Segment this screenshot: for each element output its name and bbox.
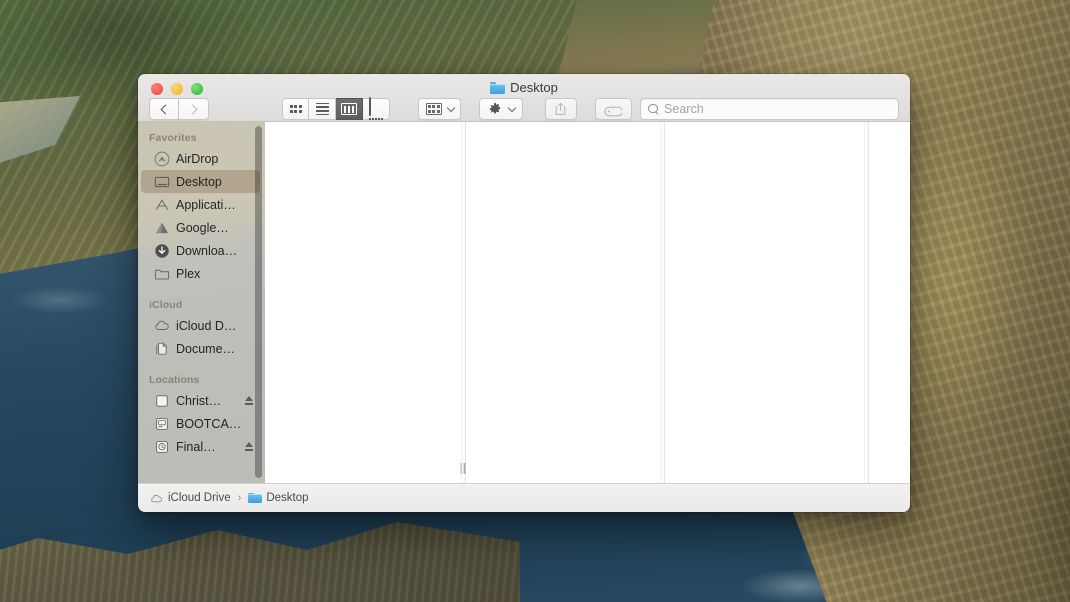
column-view [265, 122, 910, 483]
window-title-label: Desktop [510, 80, 558, 95]
sidebar-section-header-favorites: Favorites [149, 132, 197, 144]
hard-drive-icon [154, 393, 170, 409]
sidebar-item-plex[interactable]: Plex [141, 262, 260, 285]
sidebar-item-label: Applicati… [176, 197, 236, 212]
path-segment-label: iCloud Drive [168, 492, 231, 504]
sidebar-item-label: iCloud D… [176, 318, 237, 333]
path-separator: › [237, 492, 242, 504]
tag-icon [604, 104, 624, 116]
view-mode-segmented-control [282, 97, 390, 120]
sidebar: Favorites AirDrop Desktop Applicati… Goo… [138, 122, 265, 483]
sidebar-section-header-locations: Locations [149, 374, 200, 386]
airdrop-icon [154, 151, 170, 167]
chevron-down-icon [446, 103, 455, 113]
folder-icon [154, 266, 170, 282]
sidebar-item-desktop[interactable]: Desktop [141, 170, 260, 193]
applications-icon [154, 197, 170, 213]
sidebar-item-label: Final… [176, 439, 216, 454]
sidebar-item-final-drive[interactable]: Final… [141, 435, 260, 458]
finder-column-2[interactable] [466, 122, 660, 483]
forward-button[interactable] [179, 98, 209, 120]
search-input[interactable]: Search [664, 102, 704, 116]
chevron-down-icon [507, 103, 516, 113]
documents-icon [154, 341, 170, 357]
icon-view-icon [289, 105, 302, 113]
sidebar-item-label: BOOTCA… [176, 416, 242, 431]
window-body: Favorites AirDrop Desktop Applicati… Goo… [138, 122, 910, 483]
column-view-icon [341, 103, 357, 115]
sidebar-item-documents[interactable]: Docume… [141, 337, 260, 360]
column-resize-handle[interactable] [460, 463, 466, 474]
downloads-icon [154, 243, 170, 259]
sidebar-item-label: Christ… [176, 393, 222, 408]
eject-icon[interactable] [244, 395, 254, 406]
search-icon [648, 103, 659, 115]
eject-icon[interactable] [244, 441, 254, 452]
gear-icon [488, 102, 502, 116]
close-button[interactable] [151, 83, 163, 95]
sidebar-item-label: Desktop [176, 174, 222, 189]
view-mode-column-button[interactable] [336, 98, 363, 120]
finder-window: Desktop Search Favorites AirDrop Desktop… [138, 74, 910, 512]
list-view-icon [315, 102, 329, 116]
zoom-button[interactable] [191, 83, 203, 95]
sidebar-item-label: Downloa… [176, 243, 238, 258]
group-items-icon [425, 103, 442, 115]
sidebar-item-google-drive[interactable]: Google… [141, 216, 260, 239]
desktop-icon [154, 174, 170, 190]
sidebar-scrollbar[interactable] [255, 126, 262, 478]
back-button[interactable] [149, 98, 179, 120]
sidebar-item-airdrop[interactable]: AirDrop [141, 147, 260, 170]
window-title: Desktop [138, 80, 910, 95]
external-drive-icon [154, 416, 170, 432]
share-icon [554, 102, 567, 116]
gallery-view-icon [369, 97, 383, 120]
sidebar-item-label: Docume… [176, 341, 236, 356]
minimize-button[interactable] [171, 83, 183, 95]
sidebar-item-label: AirDrop [176, 151, 219, 166]
google-drive-icon [154, 220, 170, 236]
time-machine-icon [154, 439, 170, 455]
chevron-right-icon [187, 104, 197, 114]
cloud-icon [154, 318, 170, 334]
sidebar-item-bootcamp[interactable]: BOOTCA… [141, 412, 260, 435]
window-titlebar[interactable]: Desktop Search [138, 74, 910, 122]
sidebar-item-downloads[interactable]: Downloa… [141, 239, 260, 262]
path-segment-desktop[interactable]: Desktop [248, 492, 309, 504]
sidebar-item-applications[interactable]: Applicati… [141, 193, 260, 216]
toolbar: Search [138, 96, 910, 122]
share-button[interactable] [544, 98, 577, 120]
sidebar-item-label: Plex [176, 266, 201, 281]
path-bar: iCloud Drive › Desktop [138, 483, 910, 512]
search-field[interactable]: Search [640, 98, 899, 120]
cloud-icon [150, 493, 164, 503]
chevron-left-icon [160, 104, 171, 114]
sidebar-item-label: Google… [176, 220, 229, 235]
traffic-lights [151, 83, 203, 95]
finder-column-1[interactable] [265, 122, 461, 483]
blue-folder-icon [490, 81, 506, 94]
sidebar-section-header-icloud: iCloud [149, 299, 183, 311]
finder-column-3[interactable] [665, 122, 864, 483]
finder-column-4[interactable] [869, 122, 910, 483]
blue-folder-icon [248, 492, 263, 504]
path-segment-icloud-drive[interactable]: iCloud Drive [150, 492, 231, 504]
view-mode-gallery-button[interactable] [363, 97, 390, 120]
navigation-buttons [149, 98, 209, 120]
action-menu-button[interactable] [479, 98, 523, 120]
path-segment-label: Desktop [266, 492, 309, 504]
sidebar-item-christ-drive[interactable]: Christ… [141, 389, 260, 412]
group-by-button[interactable] [418, 98, 462, 120]
view-mode-list-button[interactable] [309, 98, 336, 120]
view-mode-icon-button[interactable] [282, 98, 309, 120]
tags-button[interactable] [594, 98, 633, 120]
sidebar-item-icloud-drive[interactable]: iCloud D… [141, 314, 260, 337]
